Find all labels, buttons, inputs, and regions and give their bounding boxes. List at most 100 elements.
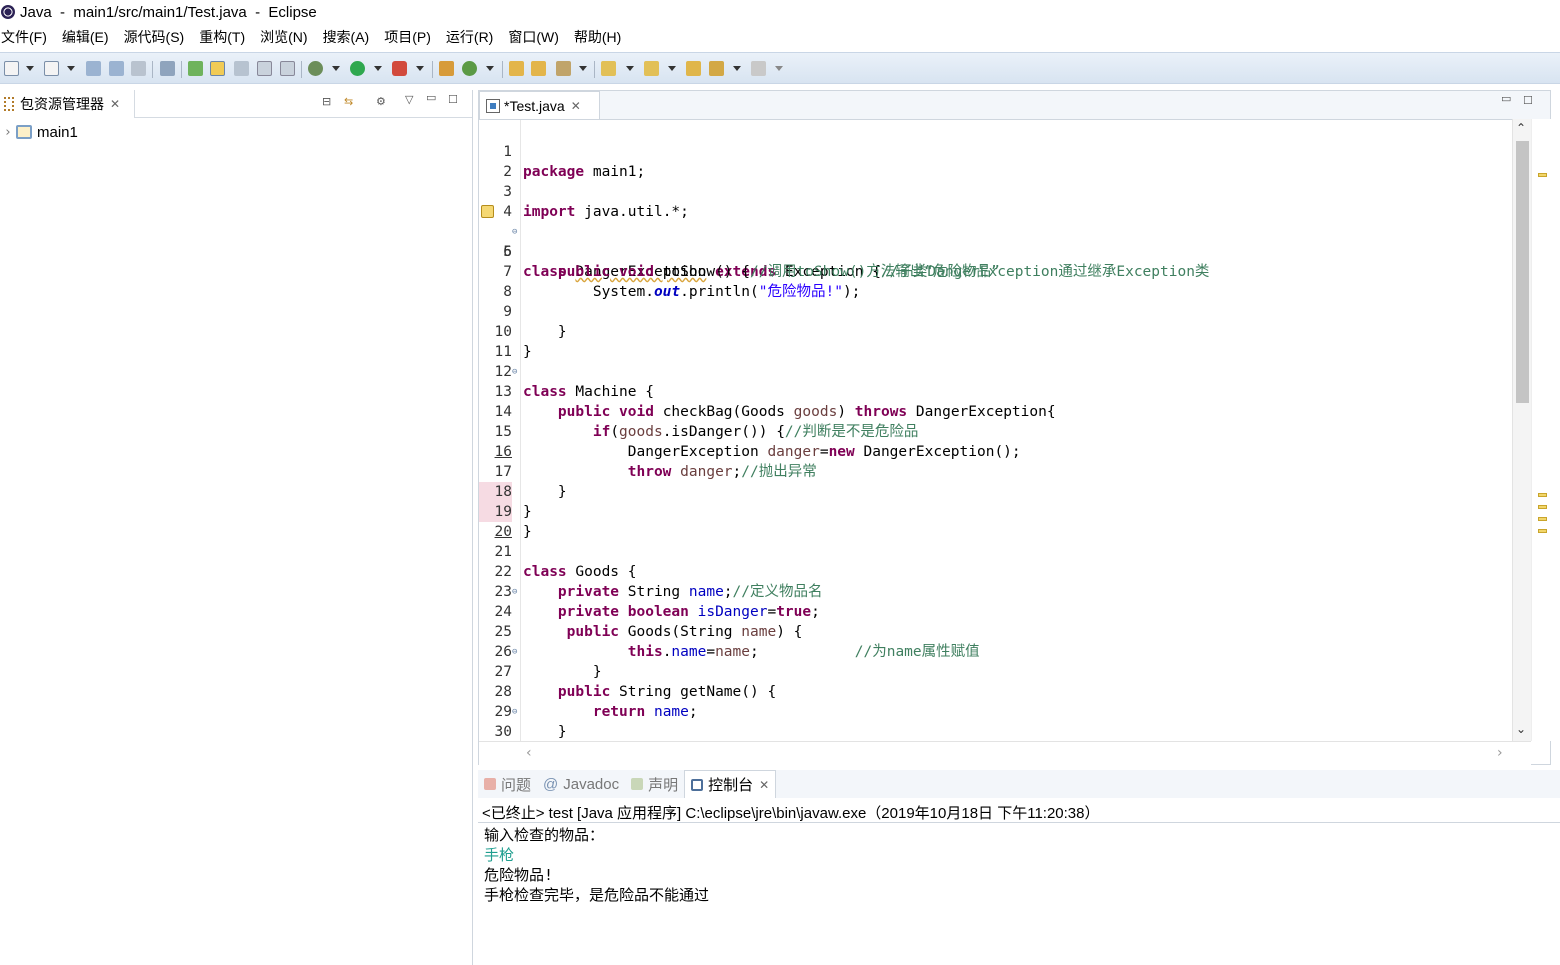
tab-declaration[interactable]: 声明 xyxy=(625,770,684,798)
menu-file[interactable]: 文件(F) xyxy=(0,27,54,47)
tab-problems[interactable]: 问题 xyxy=(478,770,537,798)
refresh-icon[interactable] xyxy=(462,61,477,76)
fold-icon[interactable]: ⊖ xyxy=(512,702,517,722)
close-icon[interactable]: ✕ xyxy=(759,778,769,792)
tab-console[interactable]: 控制台 ✕ xyxy=(684,770,777,798)
package-explorer-tab[interactable]: 包资源管理器 ✕ xyxy=(0,90,135,118)
code-line[interactable]: 19 } xyxy=(479,482,1512,540)
code-line[interactable]: 11 xyxy=(479,322,1512,360)
next-annotation-icon[interactable] xyxy=(234,61,249,76)
code-line[interactable]: 24 ⊖ public Goods(String name) { xyxy=(479,582,1512,640)
code-editor[interactable]: 1 package main1; 2 3 import java.util.*;… xyxy=(479,119,1512,741)
code-line[interactable]: 23 private boolean isDanger=true; xyxy=(479,562,1512,620)
menu-run[interactable]: 运行(R) xyxy=(445,27,500,47)
code-line[interactable]: 9 } xyxy=(479,282,1512,340)
code-line[interactable]: 13 ⊖ public void checkBag(Goods goods) th… xyxy=(479,362,1512,420)
code-line[interactable]: 14 if(goods.isDanger()) {//判断是不是危险品 xyxy=(479,382,1512,440)
code-line[interactable]: 15 DangerException danger=new DangerExce… xyxy=(479,402,1512,460)
maximize-icon[interactable]: ☐ xyxy=(1523,94,1533,107)
debug-dropdown-arrow-icon[interactable] xyxy=(332,66,340,71)
fold-icon[interactable]: ⊖ xyxy=(512,222,517,242)
tree-node-main1[interactable]: › main1 xyxy=(0,122,77,142)
code-line[interactable]: 30⊖ public void setName(String name) { xyxy=(479,702,1512,740)
minimize-icon[interactable]: ▭ xyxy=(1501,92,1511,105)
new-icon[interactable] xyxy=(4,61,19,76)
menu-edit[interactable]: 编辑(E) xyxy=(61,27,116,47)
chevron-right-icon[interactable]: › xyxy=(0,125,16,140)
filter-icon[interactable]: ⚙ xyxy=(376,95,386,108)
code-line[interactable]: 27 ⊖ public String getName() { xyxy=(479,642,1512,700)
code-line[interactable]: 7 System.out.println("危险物品!"); xyxy=(479,242,1512,300)
occurrence-marker[interactable] xyxy=(1538,493,1547,497)
chevron-up-icon[interactable]: ⌃ xyxy=(1516,121,1526,135)
code-line[interactable]: 6 ⊖ public void toShow() {//调用toShow()方法输… xyxy=(479,222,1512,280)
view-menu-icon[interactable]: ▽ xyxy=(405,93,413,106)
code-line[interactable]: 3 import java.util.*; xyxy=(479,162,1512,220)
editor-tab-test-java[interactable]: *Test.java ✕ xyxy=(479,91,600,120)
code-line[interactable]: 28 return name; xyxy=(479,662,1512,720)
last-edit-icon[interactable] xyxy=(601,61,616,76)
menu-refactor[interactable]: 重构(T) xyxy=(198,27,252,47)
open-project-icon[interactable] xyxy=(531,61,546,76)
back-icon[interactable] xyxy=(686,61,701,76)
chevron-right-icon[interactable]: › xyxy=(1497,745,1503,761)
close-icon[interactable]: ✕ xyxy=(571,99,581,113)
code-line[interactable]: 17 } xyxy=(479,442,1512,500)
fold-icon[interactable]: ⊖ xyxy=(512,642,517,662)
run-dropdown-arrow-icon[interactable] xyxy=(374,66,382,71)
last-edit-dropdown-arrow-icon[interactable] xyxy=(626,66,634,71)
code-line[interactable]: 20 xyxy=(479,502,1512,540)
edit-icon[interactable] xyxy=(556,61,571,76)
fold-icon[interactable]: ⊖ xyxy=(512,582,517,602)
save-icon[interactable] xyxy=(86,61,101,76)
back-dropdown-arrow-icon[interactable] xyxy=(733,66,741,71)
horizontal-scrollbar[interactable]: ‹ › xyxy=(479,741,1531,765)
coverage-icon[interactable] xyxy=(392,61,407,76)
run-icon[interactable] xyxy=(350,61,365,76)
paragraph-icon[interactable] xyxy=(280,61,295,76)
warning-marker[interactable] xyxy=(1538,173,1547,177)
new-type-icon[interactable] xyxy=(44,61,59,76)
edit-dropdown-arrow-icon[interactable] xyxy=(579,66,587,71)
code-line[interactable]: 5 class DangerException extends Exceptio… xyxy=(479,202,1512,280)
chevron-left-icon[interactable]: ‹ xyxy=(526,745,532,761)
menu-search[interactable]: 搜索(A) xyxy=(322,27,377,47)
back-nav-icon[interactable] xyxy=(709,61,724,76)
collapse-all-icon[interactable]: ⊟ xyxy=(322,95,331,108)
next-edit-icon[interactable] xyxy=(644,61,659,76)
link-with-editor-icon[interactable]: ⇆ xyxy=(344,95,353,108)
scrollbar-thumb[interactable] xyxy=(1516,141,1529,403)
warning-icon[interactable] xyxy=(481,205,494,218)
code-line[interactable]: 10 } xyxy=(479,302,1512,360)
toggle-icon[interactable] xyxy=(160,61,175,76)
open-type-icon[interactable] xyxy=(188,61,203,76)
close-icon[interactable]: ✕ xyxy=(110,97,120,111)
vertical-scrollbar[interactable]: ⌃ ⌄ xyxy=(1512,119,1531,741)
menu-window[interactable]: 窗口(W) xyxy=(507,27,566,47)
forward-icon[interactable] xyxy=(751,61,766,76)
code-line[interactable]: 21 class Goods { xyxy=(479,522,1512,580)
menu-help[interactable]: 帮助(H) xyxy=(573,27,628,47)
print-icon[interactable] xyxy=(131,61,146,76)
show-whitespace-icon[interactable] xyxy=(257,61,272,76)
debug-icon[interactable] xyxy=(308,61,323,76)
maximize-icon[interactable]: ☐ xyxy=(448,93,458,106)
new-package-icon[interactable] xyxy=(439,61,454,76)
menu-source[interactable]: 源代码(S) xyxy=(123,27,192,47)
new-dropdown-arrow-icon[interactable] xyxy=(26,66,34,71)
forward-dropdown-arrow-icon[interactable] xyxy=(775,66,783,71)
highlight-icon[interactable] xyxy=(210,61,225,76)
menu-navigate[interactable]: 浏览(N) xyxy=(259,27,314,47)
save-all-icon[interactable] xyxy=(109,61,124,76)
code-line[interactable]: 18 } xyxy=(479,462,1512,520)
menu-project[interactable]: 项目(P) xyxy=(383,27,438,47)
code-line[interactable]: 16 throw danger;//抛出异常 xyxy=(479,422,1512,480)
occurrence-marker[interactable] xyxy=(1538,529,1547,533)
code-line[interactable]: 26 } xyxy=(479,622,1512,680)
code-line[interactable]: 2 xyxy=(479,142,1512,180)
coverage-dropdown-arrow-icon[interactable] xyxy=(416,66,424,71)
code-line[interactable]: 29 } xyxy=(479,682,1512,740)
chevron-down-icon[interactable]: ⌄ xyxy=(1516,722,1526,736)
code-line[interactable]: 31 this.name = name; xyxy=(479,722,1512,741)
new-type-dropdown-arrow-icon[interactable] xyxy=(67,66,75,71)
